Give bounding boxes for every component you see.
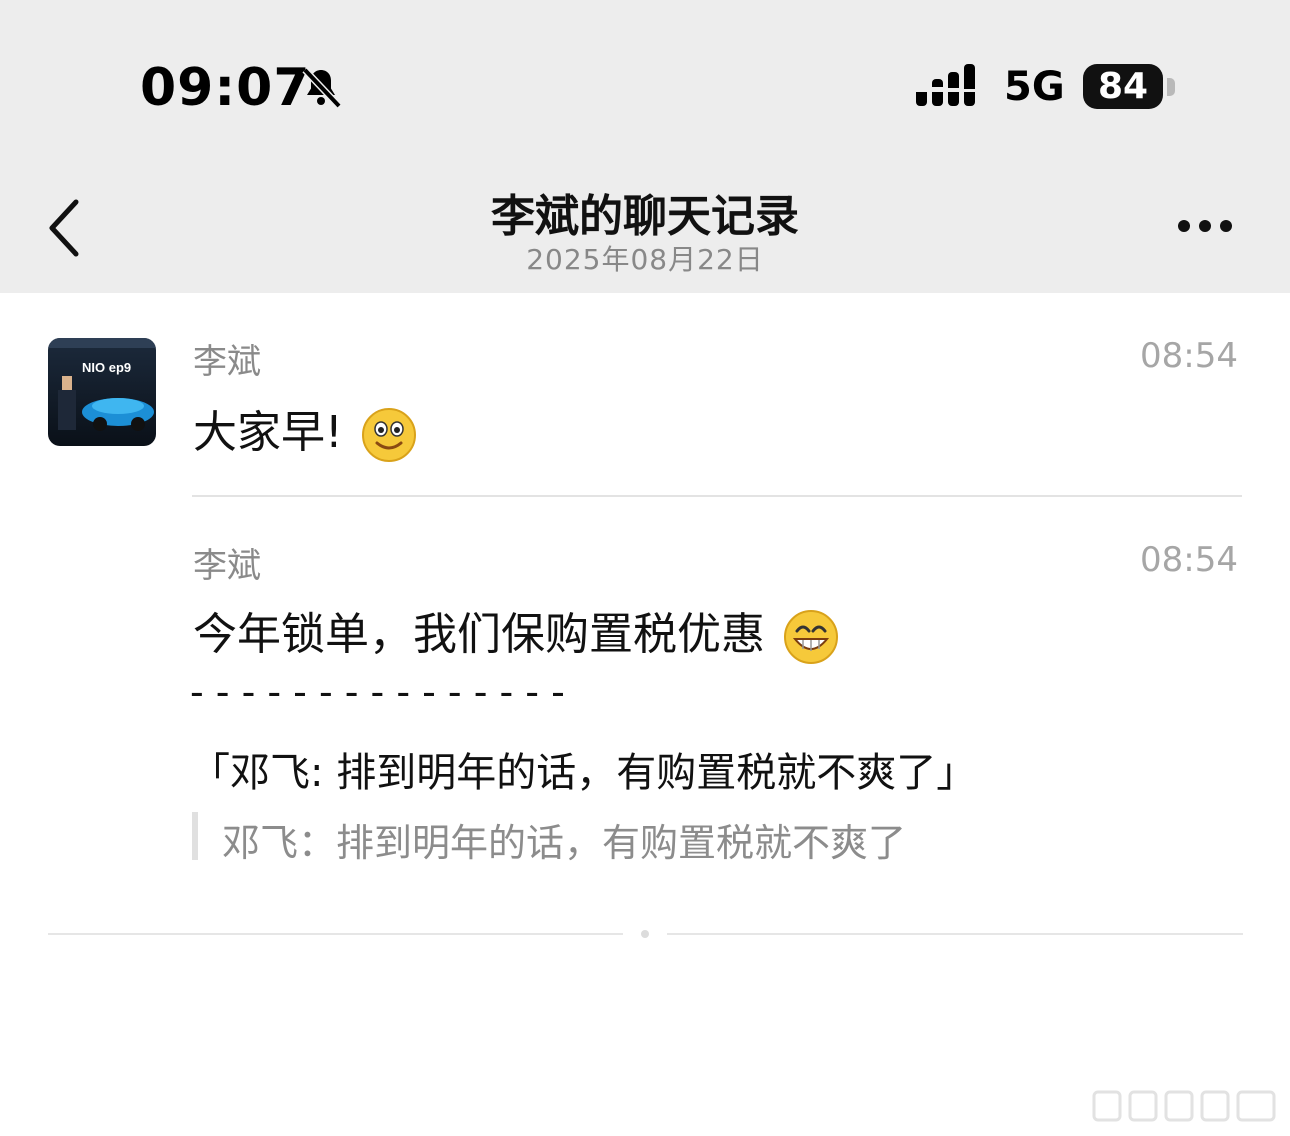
message-text[interactable]: 今年锁单，我们保购置税优惠 [193,598,839,665]
message-time: 08:54 [1140,336,1238,376]
smile-emoji [361,408,416,462]
battery-indicator: 84 [1083,64,1163,109]
signal-icon [916,64,975,106]
end-dot [641,930,649,938]
network-type: 5G [1004,64,1065,110]
quoted-message-ref[interactable]: 邓飞：排到明年的话，有购置税就不爽了 [222,812,906,867]
page-title: 李斌的聊天记录 [491,191,799,242]
grin-emoji [784,610,838,664]
avatar-logo-text: NIO ep9 [82,360,131,375]
top-bar: 09:07 5G 84 李斌的聊天记录 2025年08月22日 [0,0,1290,293]
bell-slash-icon [302,67,342,109]
quote-bar [192,812,198,860]
message-body: 大家早! [193,407,343,458]
watermark-icon [1092,1090,1276,1122]
battery-cap [1167,78,1175,96]
message-time: 08:54 [1140,540,1238,580]
message-body: 今年锁单，我们保购置税优惠 [193,609,765,660]
sender-name: 李斌 [193,546,261,586]
message-divider [192,495,1242,497]
quoted-message-inline: 「邓飞: 排到明年的话，有购置税就不爽了」 [190,750,977,796]
page-date: 2025年08月22日 [526,243,764,276]
message-separator: - - - - - - - - - - - - - - - [190,670,565,714]
end-rule-right [667,933,1243,935]
message-text[interactable]: 大家早! [193,396,417,463]
status-time: 09:07 [140,58,311,118]
end-rule-left [48,933,623,935]
more-icon[interactable] [1170,208,1240,244]
sender-name: 李斌 [193,342,261,382]
avatar[interactable]: NIO ep9 [48,338,156,446]
